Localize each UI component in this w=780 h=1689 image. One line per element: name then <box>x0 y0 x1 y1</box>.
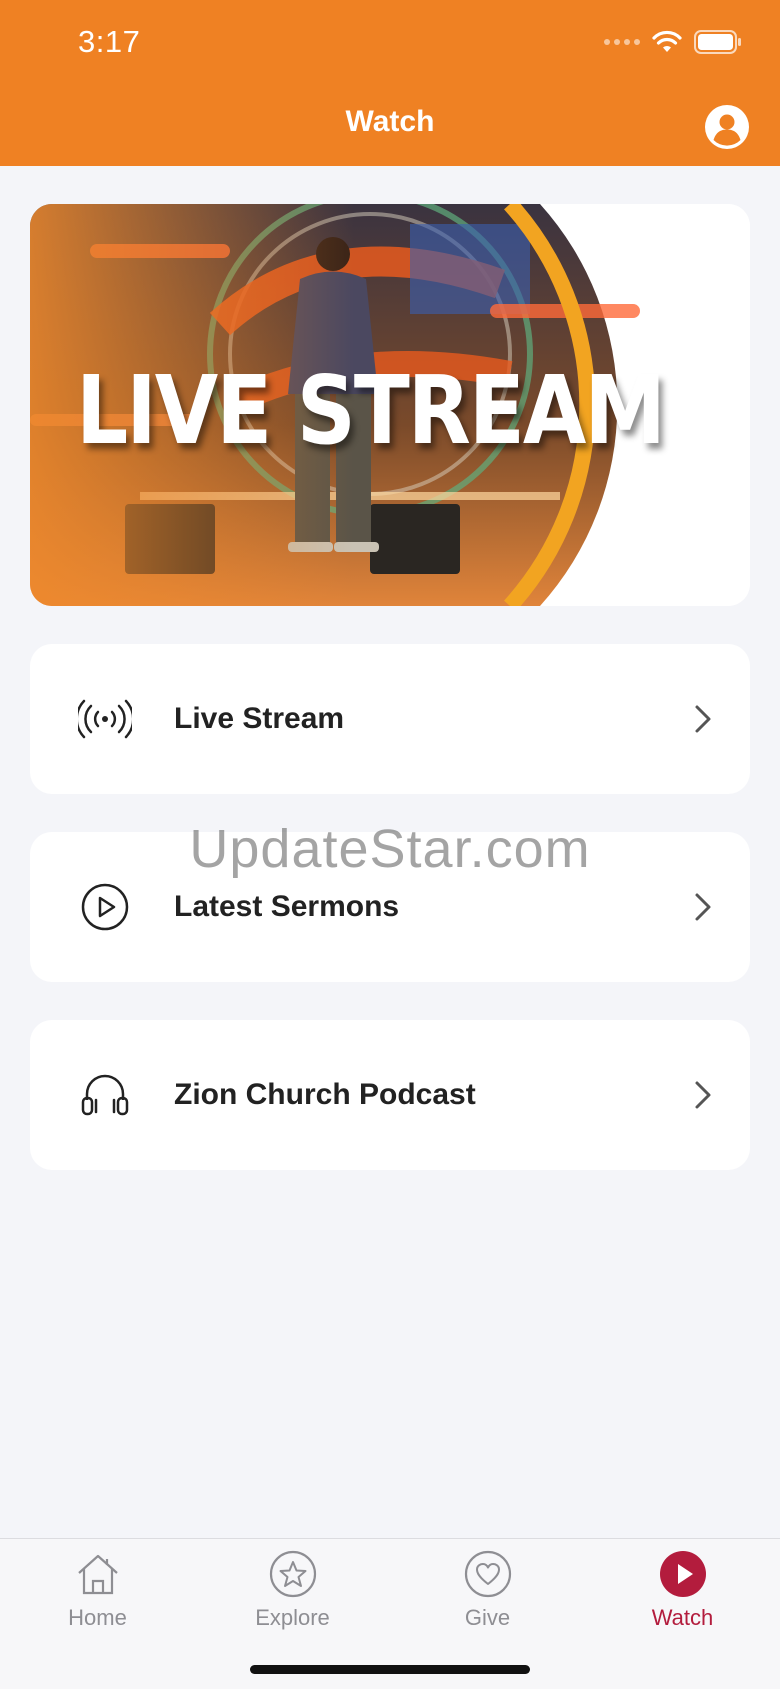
play-icon <box>659 1551 706 1597</box>
star-icon <box>269 1550 316 1598</box>
watermark: UpdateStar.com <box>189 819 591 879</box>
battery-icon <box>694 30 741 54</box>
tab-label: Watch <box>651 1605 714 1630</box>
wifi-icon <box>652 30 682 52</box>
chevron-right-icon <box>695 893 711 921</box>
heart-icon <box>464 1550 511 1598</box>
menu-item-podcast[interactable]: Zion Church Podcast <box>30 1020 750 1170</box>
menu-item-label: Latest Sermons <box>174 890 400 923</box>
tab-label: Explore <box>255 1605 330 1630</box>
profile-icon[interactable] <box>704 104 750 150</box>
live-stream-banner[interactable]: LIVE STREAM <box>30 204 750 606</box>
headphones-icon <box>81 1074 129 1116</box>
menu-item-live-stream[interactable]: Live Stream <box>30 644 750 794</box>
tab-explore[interactable]: Explore <box>195 1549 390 1631</box>
broadcast-icon <box>78 699 132 739</box>
banner-title: LIVE STREAM <box>76 356 666 467</box>
menu-item-label: Zion Church Podcast <box>174 1078 476 1111</box>
cellular-signal-icon <box>604 39 640 45</box>
tab-label: Home <box>68 1605 127 1630</box>
tab-give[interactable]: Give <box>390 1549 585 1631</box>
play-circle-icon <box>81 883 129 931</box>
menu-item-label: Live Stream <box>174 702 345 735</box>
status-icons <box>604 28 742 56</box>
chevron-right-icon <box>695 705 711 733</box>
page-title: Watch <box>345 105 435 138</box>
tab-watch[interactable]: Watch <box>585 1549 780 1631</box>
tab-label: Give <box>464 1605 511 1630</box>
tab-home[interactable]: Home <box>0 1549 195 1631</box>
chevron-right-icon <box>695 1081 711 1109</box>
home-icon <box>77 1554 118 1595</box>
app-header: 3:17 Watch <box>0 0 780 166</box>
status-time: 3:17 <box>78 24 141 59</box>
home-indicator[interactable] <box>250 1665 530 1674</box>
